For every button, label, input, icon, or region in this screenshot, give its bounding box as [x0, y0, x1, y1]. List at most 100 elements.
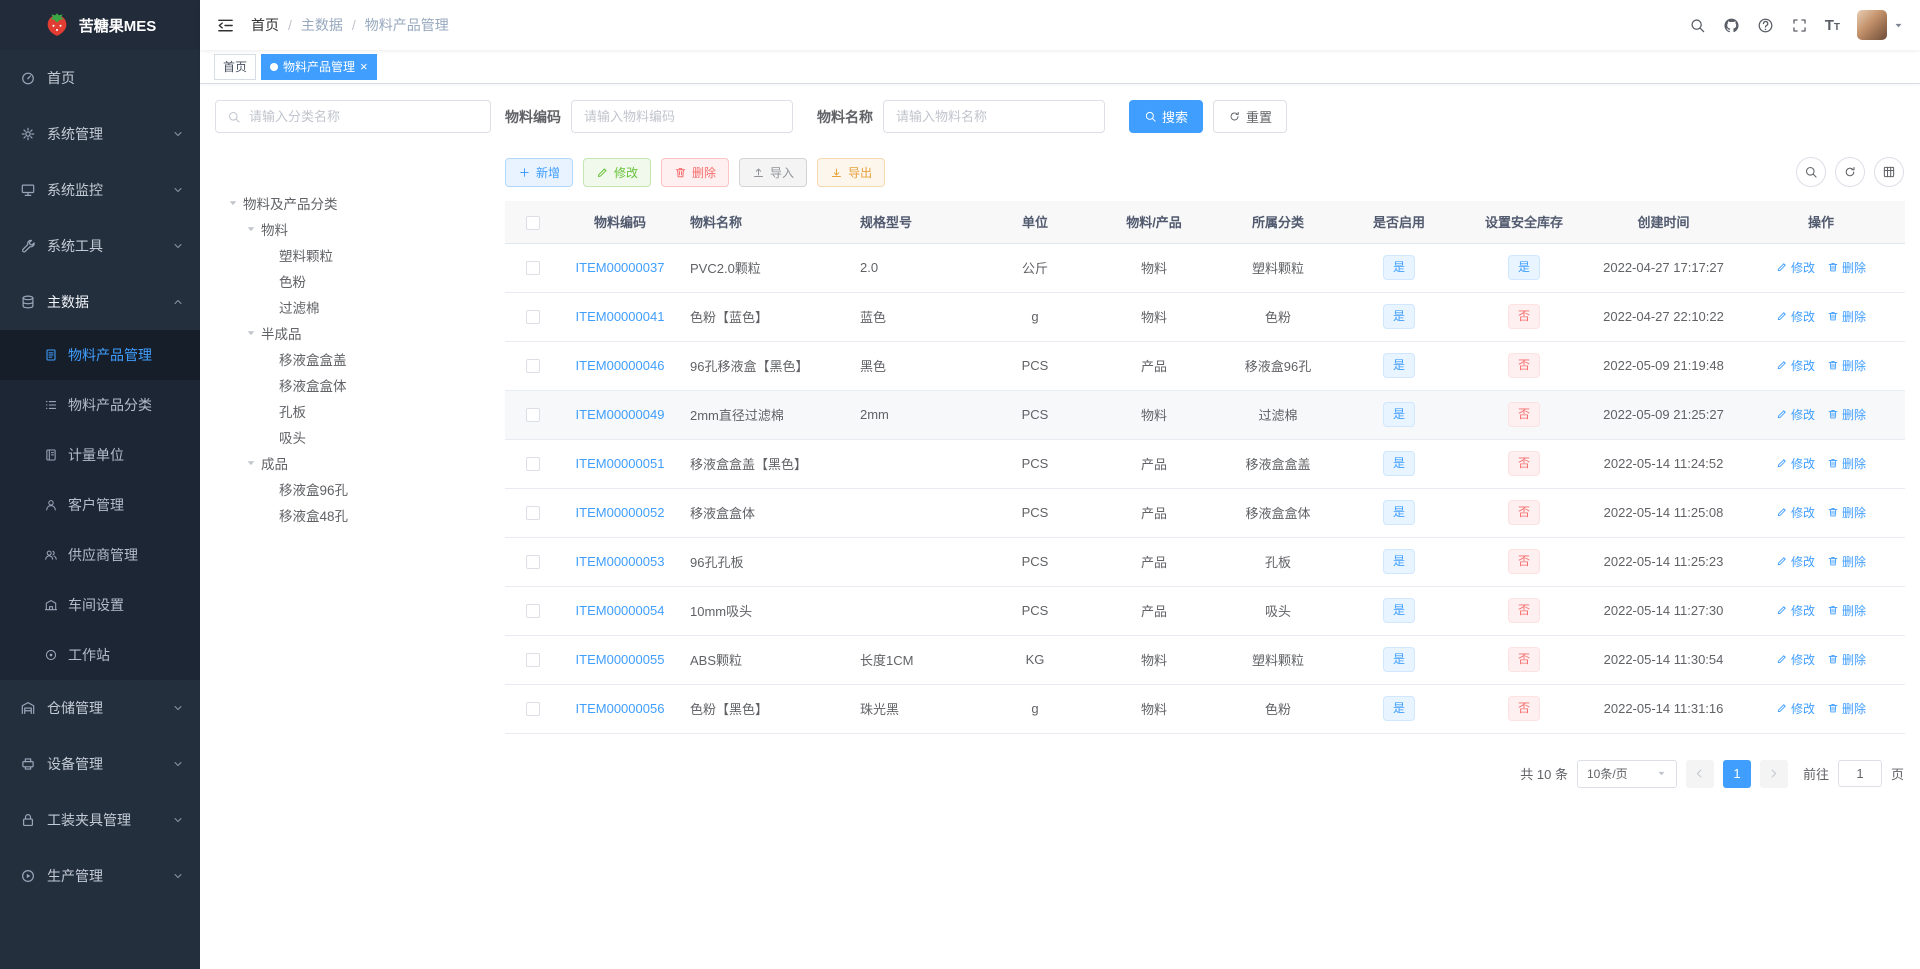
sidebar-item-warehouse-mgmt[interactable]: 仓储管理 [0, 680, 200, 736]
menu-fold-icon[interactable] [216, 16, 235, 35]
material-code-link[interactable]: ITEM00000056 [576, 701, 665, 716]
row-checkbox[interactable] [525, 555, 540, 570]
sidebar-item-supplier-mgmt[interactable]: 供应商管理 [0, 530, 200, 580]
prev-page-button[interactable] [1685, 759, 1714, 788]
font-size-icon[interactable] [1825, 15, 1840, 35]
breadcrumb-item-home[interactable]: 首页 [251, 15, 279, 35]
row-checkbox[interactable] [525, 653, 540, 668]
material-code-link[interactable]: ITEM00000054 [576, 603, 665, 618]
material-code-link[interactable]: ITEM00000049 [576, 407, 665, 422]
sidebar-item-workstation[interactable]: 工作站 [0, 630, 200, 680]
user-menu[interactable] [1857, 10, 1904, 40]
material-name-input[interactable] [883, 100, 1105, 133]
tab-home[interactable]: 首页 [214, 53, 257, 80]
sidebar-item-home[interactable]: 首页 [0, 50, 200, 106]
fullscreen-icon[interactable] [1791, 17, 1808, 34]
row-checkbox[interactable] [525, 310, 540, 325]
tree-node[interactable]: 物料 [215, 216, 491, 242]
import-button[interactable]: 导入 [739, 157, 808, 187]
goto-page-input[interactable] [1837, 760, 1882, 787]
search-button[interactable]: 搜索 [1129, 100, 1204, 133]
next-page-button[interactable] [1759, 759, 1788, 788]
material-code-input[interactable] [571, 100, 793, 133]
material-code-link[interactable]: ITEM00000051 [576, 456, 665, 471]
question-icon[interactable] [1757, 17, 1774, 34]
tree-node[interactable]: 色粉 [215, 268, 491, 294]
column-header-spec: 规格型号 [850, 201, 978, 244]
tree-node[interactable]: 半成品 [215, 320, 491, 346]
row-checkbox[interactable] [525, 261, 540, 276]
edit-button[interactable]: 修改 [1776, 308, 1815, 325]
tree-node[interactable]: 成品 [215, 450, 491, 476]
tree-node[interactable]: 移液盒96孔 [215, 476, 491, 502]
sidebar-item-master-data[interactable]: 主数据 [0, 274, 200, 330]
category-search-input[interactable] [249, 109, 479, 124]
sidebar-item-production-mgmt[interactable]: 生产管理 [0, 848, 200, 904]
edit-button[interactable]: 修改 [1776, 553, 1815, 570]
material-code-link[interactable]: ITEM00000046 [576, 358, 665, 373]
delete-button[interactable]: 删除 [1827, 651, 1866, 668]
edit-button[interactable]: 修改 [1776, 406, 1815, 423]
edit-toolbar-button[interactable]: 修改 [583, 157, 652, 187]
tree-node[interactable]: 移液盒盒盖 [215, 346, 491, 372]
delete-button[interactable]: 删除 [1827, 553, 1866, 570]
delete-button[interactable]: 删除 [1827, 602, 1866, 619]
edit-button[interactable]: 修改 [1776, 259, 1815, 276]
row-checkbox[interactable] [525, 457, 540, 472]
material-code-link[interactable]: ITEM00000052 [576, 505, 665, 520]
refresh-button[interactable] [1835, 157, 1865, 187]
tab-material-product-mgmt[interactable]: 物料产品管理 [261, 53, 377, 80]
edit-button[interactable]: 修改 [1776, 602, 1815, 619]
row-checkbox[interactable] [525, 702, 540, 717]
tree-node[interactable]: 吸头 [215, 424, 491, 450]
tree-node[interactable]: 移液盒盒体 [215, 372, 491, 398]
page-1-button[interactable]: 1 [1722, 759, 1751, 788]
delete-toolbar-button[interactable]: 删除 [661, 157, 730, 187]
sidebar-item-system-monitor[interactable]: 系统监控 [0, 162, 200, 218]
sidebar-item-workshop-settings[interactable]: 车间设置 [0, 580, 200, 630]
sidebar-item-fixture-mgmt[interactable]: 工装夹具管理 [0, 792, 200, 848]
row-checkbox[interactable] [525, 506, 540, 521]
page-size-select[interactable]: 10条/页 [1576, 759, 1677, 788]
edit-button[interactable]: 修改 [1776, 455, 1815, 472]
row-checkbox[interactable] [525, 408, 540, 423]
github-icon[interactable] [1723, 17, 1740, 34]
material-code-link[interactable]: ITEM00000041 [576, 309, 665, 324]
close-icon[interactable] [360, 60, 368, 73]
tree-node[interactable]: 移液盒48孔 [215, 502, 491, 528]
tree-node[interactable]: 过滤棉 [215, 294, 491, 320]
delete-button[interactable]: 删除 [1827, 700, 1866, 717]
reset-button[interactable]: 重置 [1213, 100, 1288, 133]
row-checkbox[interactable] [525, 359, 540, 374]
sidebar-item-system-mgmt[interactable]: 系统管理 [0, 106, 200, 162]
edit-button[interactable]: 修改 [1776, 651, 1815, 668]
add-button[interactable]: 新增 [505, 157, 574, 187]
sidebar-item-material-product-category[interactable]: 物料产品分类 [0, 380, 200, 430]
search-icon[interactable] [1689, 17, 1706, 34]
delete-button[interactable]: 删除 [1827, 406, 1866, 423]
toggle-search-button[interactable] [1796, 157, 1826, 187]
material-code-link[interactable]: ITEM00000055 [576, 652, 665, 667]
material-code-link[interactable]: ITEM00000037 [576, 260, 665, 275]
tree-node[interactable]: 孔板 [215, 398, 491, 424]
tree-node[interactable]: 物料及产品分类 [215, 190, 491, 216]
sidebar-item-customer-mgmt[interactable]: 客户管理 [0, 480, 200, 530]
delete-button[interactable]: 删除 [1827, 455, 1866, 472]
delete-button[interactable]: 删除 [1827, 504, 1866, 521]
sidebar-item-measure-unit[interactable]: 计量单位 [0, 430, 200, 480]
select-all-checkbox[interactable] [525, 215, 540, 230]
column-settings-button[interactable] [1874, 157, 1904, 187]
edit-button[interactable]: 修改 [1776, 504, 1815, 521]
edit-button[interactable]: 修改 [1776, 357, 1815, 374]
tree-node[interactable]: 塑料颗粒 [215, 242, 491, 268]
sidebar-item-system-tools[interactable]: 系统工具 [0, 218, 200, 274]
material-code-link[interactable]: ITEM00000053 [576, 554, 665, 569]
export-button[interactable]: 导出 [817, 157, 886, 187]
edit-button[interactable]: 修改 [1776, 700, 1815, 717]
delete-button[interactable]: 删除 [1827, 259, 1866, 276]
sidebar-item-equipment-mgmt[interactable]: 设备管理 [0, 736, 200, 792]
delete-button[interactable]: 删除 [1827, 357, 1866, 374]
sidebar-item-material-product-mgmt[interactable]: 物料产品管理 [0, 330, 200, 380]
row-checkbox[interactable] [525, 604, 540, 619]
delete-button[interactable]: 删除 [1827, 308, 1866, 325]
